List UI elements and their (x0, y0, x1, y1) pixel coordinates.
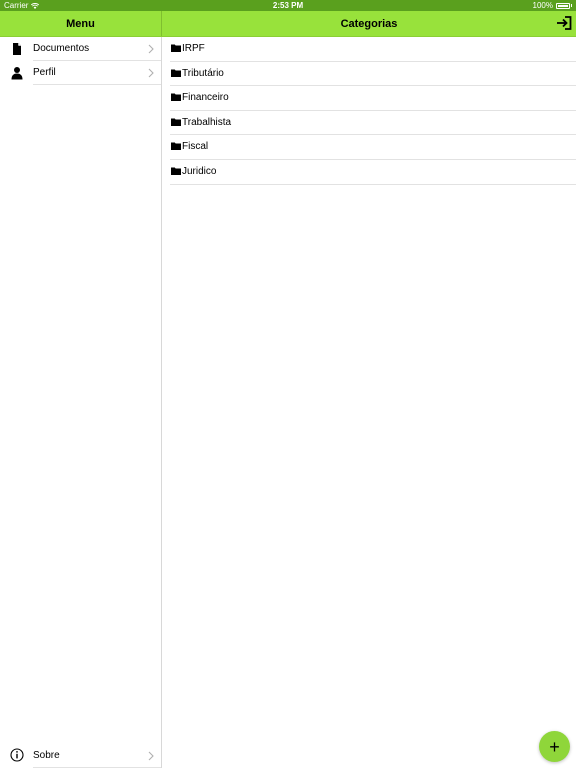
list-item[interactable]: IRPF (162, 37, 576, 62)
category-label: Fiscal (182, 141, 209, 153)
plus-icon: + (549, 736, 560, 757)
category-label: Trabalhista (182, 116, 232, 128)
folder-icon (171, 44, 181, 52)
menu-title: Menu (66, 17, 95, 30)
list-item[interactable]: Juridico (162, 160, 576, 185)
clock: 2:53 PM (272, 1, 304, 10)
nav-bar: Menu Categorias (0, 11, 576, 37)
sidebar-item-label: Documentos (33, 43, 90, 54)
add-button[interactable]: + (539, 731, 570, 762)
sidebar-item-sobre[interactable]: Sobre (0, 743, 161, 768)
folder-icon (171, 167, 181, 175)
category-label: IRPF (182, 43, 205, 54)
chevron-right-icon (148, 751, 154, 761)
list-item[interactable]: Tributário (162, 62, 576, 87)
battery-percent: 100% (532, 1, 553, 10)
battery-status: 100% (533, 1, 572, 10)
categories-list: IRPF Tributário Financeiro Trabalhista F… (162, 37, 576, 768)
status-bar: Carrier 2:53 PM 100% (0, 0, 576, 11)
chevron-right-icon (148, 68, 154, 78)
person-icon (11, 67, 23, 80)
sidebar: Documentos Perfil Sobre (0, 37, 162, 768)
category-label: Financeiro (182, 92, 229, 104)
logout-button[interactable] (556, 16, 572, 30)
list-item[interactable]: Financeiro (162, 86, 576, 111)
chevron-right-icon (148, 44, 154, 54)
folder-icon (171, 142, 181, 151)
folder-icon (171, 118, 181, 126)
document-icon (13, 43, 21, 55)
sidebar-item-label: Sobre (33, 750, 60, 761)
battery-icon (556, 2, 570, 9)
list-item[interactable]: Fiscal (162, 135, 576, 160)
info-icon (10, 748, 24, 762)
folder-icon (171, 69, 181, 77)
category-label: Tributário (182, 67, 224, 79)
sidebar-item-perfil[interactable]: Perfil (0, 61, 161, 85)
category-label: Juridico (182, 166, 217, 177)
sidebar-item-label: Perfil (33, 67, 56, 78)
folder-icon (171, 93, 181, 102)
page-title: Categorias (340, 17, 398, 30)
list-item[interactable]: Trabalhista (162, 111, 576, 136)
sidebar-item-documentos[interactable]: Documentos (0, 37, 161, 61)
logout-icon (557, 16, 572, 30)
